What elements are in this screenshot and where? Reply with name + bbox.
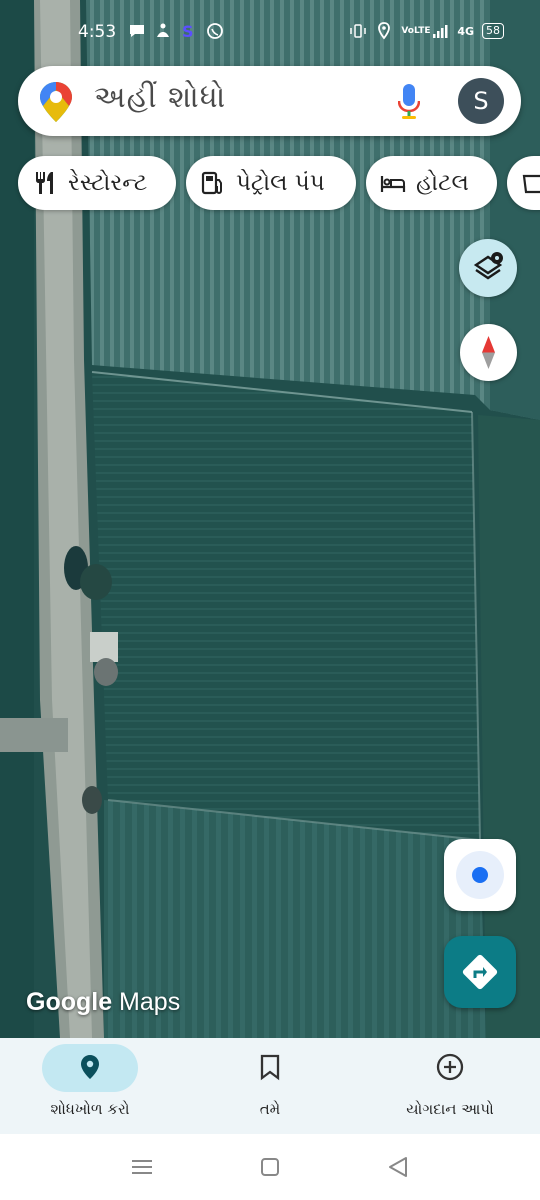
compass-icon	[482, 336, 495, 369]
my-location-button[interactable]	[444, 839, 516, 911]
nav-contribute-label: યોગદાન આપો	[406, 1100, 494, 1118]
system-navigation-bar	[0, 1134, 540, 1200]
google-maps-pin-icon	[40, 82, 72, 122]
4g-signal-icon: 4G	[457, 24, 474, 38]
battery-indicator: 58	[482, 23, 504, 39]
nav-explore[interactable]: શોધખોળ કરો	[0, 1038, 180, 1134]
directions-icon	[462, 954, 498, 990]
location-icon	[378, 22, 391, 40]
nav-explore-label: શોધખોળ કરો	[50, 1100, 130, 1118]
chip-petrol-pump[interactable]: પેટ્રોલ પંપ	[186, 156, 356, 210]
signal-icon	[433, 25, 448, 38]
chip-hotel[interactable]: હોટલ	[366, 156, 497, 210]
status-bar: 4:53 S VoLTE 4G 58	[0, 18, 540, 48]
search-input[interactable]: અહીં શોધો	[94, 80, 226, 115]
chip-label: પેટ્રોલ પંપ	[236, 170, 325, 196]
restaurant-icon	[36, 172, 53, 194]
back-icon[interactable]	[386, 1156, 410, 1178]
s-app-icon: S	[182, 22, 194, 40]
explore-pin-icon	[81, 1055, 99, 1079]
my-location-dot	[472, 867, 488, 883]
home-icon[interactable]	[258, 1156, 282, 1178]
chip-label: રેસ્ટોરન્ટ	[68, 170, 148, 196]
nav-contribute[interactable]: યોગદાન આપો	[360, 1038, 540, 1134]
meditation-icon	[157, 23, 169, 37]
compass-button[interactable]	[460, 324, 517, 381]
microphone-icon[interactable]	[398, 84, 420, 120]
logo-maps: Maps	[112, 988, 181, 1016]
bed-icon	[380, 176, 406, 192]
logo-google: Google	[26, 988, 113, 1016]
bookmark-icon	[260, 1054, 280, 1081]
shopping-icon	[522, 174, 540, 194]
chip-label: હોટલ	[416, 170, 469, 196]
search-bar[interactable]: અહીં શોધો S	[18, 66, 521, 136]
add-circle-icon	[436, 1053, 464, 1081]
chat-bubble-icon	[130, 25, 144, 37]
nav-you[interactable]: તમે	[180, 1038, 360, 1134]
recent-apps-icon[interactable]	[130, 1156, 154, 1178]
volte-icon: VoLTE	[401, 25, 431, 36]
bottom-navigation: શોધખોળ કરો તમે યોગદાન આપો	[0, 1038, 540, 1134]
vibrate-icon	[350, 24, 367, 38]
chip-restaurant[interactable]: રેસ્ટોરન્ટ	[18, 156, 176, 210]
google-maps-logo: Google Maps	[26, 988, 180, 1017]
status-time: 4:53	[78, 22, 117, 42]
account-avatar[interactable]: S	[458, 78, 504, 124]
directions-button[interactable]	[444, 936, 516, 1008]
svg-text:S: S	[182, 22, 194, 40]
whatsapp-icon	[207, 23, 223, 39]
layers-button[interactable]	[459, 239, 517, 297]
layers-icon	[473, 252, 503, 280]
gas-station-icon	[201, 171, 222, 195]
nav-you-label: તમે	[259, 1100, 281, 1118]
